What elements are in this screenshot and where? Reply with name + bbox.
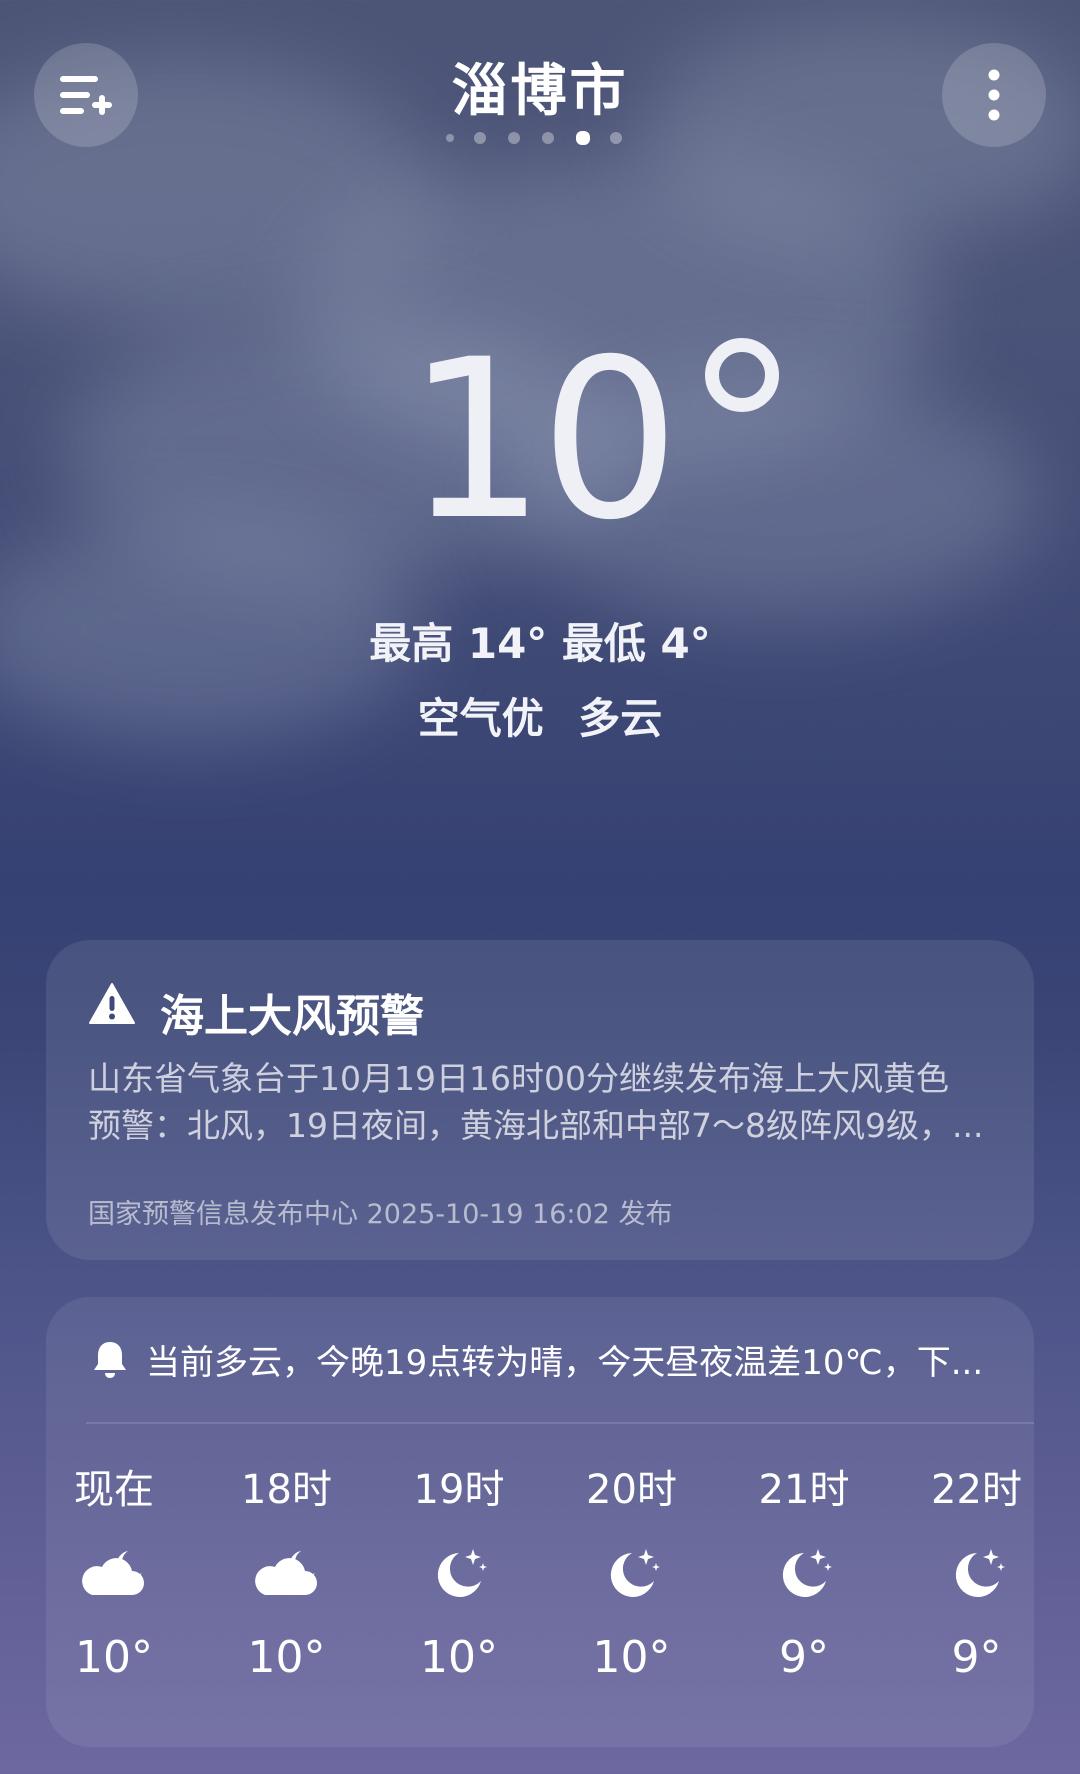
hour-label: 现在 xyxy=(74,1467,154,1513)
clear-night-icon xyxy=(891,1518,1035,1628)
page-dot xyxy=(474,132,486,144)
high-low-temperature: 最高 14° 最低 4° xyxy=(369,619,711,668)
hour-item: 20时 10° xyxy=(546,1462,718,1688)
page-dot xyxy=(508,132,520,144)
page-dot-active xyxy=(576,131,590,145)
alert-body-line: 预警：北风，19日夜间，黄海北部和中部7～8级阵风9级，... xyxy=(88,1106,984,1145)
temperature-value: 10 xyxy=(406,312,680,568)
warning-icon xyxy=(89,983,135,1024)
page-dot xyxy=(542,132,554,144)
degree-symbol xyxy=(705,338,779,412)
hour-temperature: 9° xyxy=(779,1632,829,1683)
hour-label: 19时 xyxy=(413,1467,505,1513)
more-vertical-icon xyxy=(988,69,1000,121)
city-name: 淄博市 xyxy=(451,59,629,124)
clear-night-icon xyxy=(373,1518,545,1628)
hour-label: 20时 xyxy=(586,1467,677,1513)
clear-night-icon xyxy=(546,1518,718,1628)
page-indicator xyxy=(440,129,640,145)
current-temperature: 10 xyxy=(380,320,800,560)
hour-item: 21时 9° xyxy=(718,1462,890,1688)
forecast-summary[interactable]: 当前多云，今晚19点转为晴，今天昼夜温差10℃，下... xyxy=(92,1335,992,1383)
alert-body-line: 山东省气象台于10月19日16时00分继续发布海上大风黄色 xyxy=(88,1059,949,1098)
summary-text: 当前多云，今晚19点转为晴，今天昼夜温差10℃，下... xyxy=(146,1342,984,1383)
hour-temperature: 9° xyxy=(951,1632,1002,1683)
clear-night-icon xyxy=(718,1518,890,1628)
cloudy-night-icon xyxy=(46,1518,200,1628)
alert-body: 山东省气象台于10月19日16时00分继续发布海上大风黄色 预警：北风，19日夜… xyxy=(88,1055,998,1149)
hour-item: 18时 10° xyxy=(201,1462,373,1688)
hour-temperature: 10° xyxy=(420,1632,498,1683)
hour-label: 18时 xyxy=(241,1467,332,1513)
weather-condition: 空气优 多云 xyxy=(417,694,663,743)
hour-temperature: 10° xyxy=(75,1632,153,1683)
hour-item: 现在 10° xyxy=(46,1462,200,1688)
bell-icon xyxy=(94,1342,126,1378)
hour-label: 22时 xyxy=(931,1467,1022,1513)
divider xyxy=(86,1422,1034,1424)
page-dot xyxy=(610,132,622,144)
cloudy-night-icon xyxy=(201,1518,373,1628)
hour-item: 22时 9° xyxy=(891,1462,1035,1688)
hour-temperature: 10° xyxy=(592,1632,671,1683)
hour-label: 21时 xyxy=(758,1467,850,1513)
hour-temperature: 10° xyxy=(247,1632,326,1683)
alert-source: 国家预警信息发布中心 2025-10-19 16:02 发布 xyxy=(88,1199,673,1230)
hourly-list[interactable]: 现在 10° 18时 10° 19时 10° 20时 10° 21时 9° 22时 9° xyxy=(46,1462,1034,1712)
hour-item: 19时 10° xyxy=(373,1462,545,1688)
more-button[interactable] xyxy=(942,43,1046,147)
page-dot xyxy=(446,134,454,142)
alert-title: 海上大风预警 xyxy=(160,991,424,1042)
